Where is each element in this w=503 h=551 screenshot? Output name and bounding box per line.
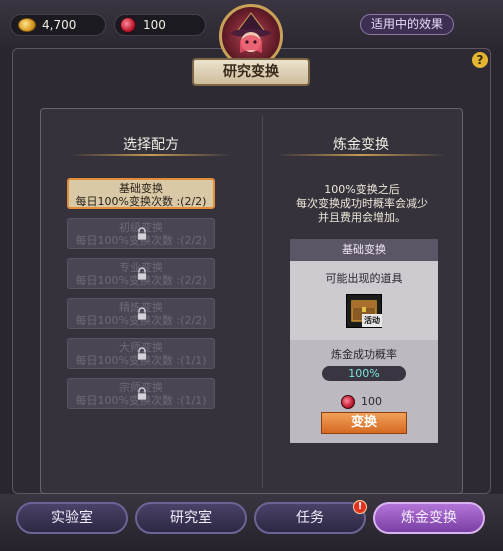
recipe-title-underline <box>70 154 232 156</box>
tab-research-room[interactable]: 研究室 <box>135 502 247 534</box>
active-effects-button[interactable]: 适用中的效果 <box>360 14 454 35</box>
description-line: 并且费用会增加。 <box>318 211 406 224</box>
lock-icon <box>137 347 147 361</box>
lock-icon <box>137 227 147 241</box>
card-header: 基础变换 <box>290 239 438 261</box>
convert-button[interactable]: 变换 <box>321 412 407 434</box>
conversion-cost: 100 <box>361 395 382 408</box>
tab-quests[interactable]: 任务 <box>254 502 366 534</box>
cost-potion-icon <box>341 395 355 409</box>
recipe-item[interactable]: 专业变换 每日100%变换次数 :(2/2) <box>67 258 215 289</box>
description-line: 每次变换成功时概率会减少 <box>296 197 428 210</box>
alchemy-description: 100%变换之后 每次变换成功时概率会减少 并且费用会增加。 <box>268 183 456 225</box>
gold-coin-icon <box>18 18 36 32</box>
recipe-item[interactable]: 大师变换 每日100%变换次数 :(1/1) <box>67 338 215 369</box>
tab-laboratory[interactable]: 实验室 <box>16 502 128 534</box>
success-rate-value: 100% <box>322 366 406 381</box>
alchemy-section-title: 炼金变换 <box>333 137 389 153</box>
lock-icon <box>137 387 147 401</box>
quest-alert-badge: ! <box>353 500 367 514</box>
description-line: 100%变换之后 <box>324 183 400 196</box>
red-potion-icon <box>120 17 136 33</box>
recipe-item[interactable]: 基础变换 每日100%变换次数 :(2/2) <box>67 178 215 209</box>
recipe-section-title: 选择配方 <box>123 137 179 153</box>
recipe-item[interactable]: 初级变换 每日100%变换次数 :(2/2) <box>67 218 215 249</box>
lock-icon <box>137 267 147 281</box>
witch-portrait-icon <box>231 12 271 53</box>
success-rate-label: 炼金成功概率 <box>331 348 397 361</box>
recipe-daily-count: 每日100%变换次数 :(2/2) <box>75 195 207 208</box>
panel-divider <box>262 116 263 488</box>
gold-amount: 4,700 <box>42 18 77 32</box>
possible-items-label: 可能出现的道具 <box>325 272 403 285</box>
recipe-name: 基础变换 <box>119 182 163 195</box>
recipe-item[interactable]: 精炼变换 每日100%变换次数 :(2/2) <box>67 298 215 329</box>
event-badge: 活动 <box>362 314 382 327</box>
tab-alchemy-conversion[interactable]: 炼金变换 <box>373 502 485 534</box>
help-icon[interactable]: ? <box>472 52 488 68</box>
lock-icon <box>137 307 147 321</box>
alchemy-title-underline <box>276 154 446 156</box>
page-title: 研究变换 <box>192 58 310 86</box>
potion-amount: 100 <box>143 18 166 32</box>
recipe-item[interactable]: 宗师变换 每日100%变换次数 :(1/1) <box>67 378 215 409</box>
